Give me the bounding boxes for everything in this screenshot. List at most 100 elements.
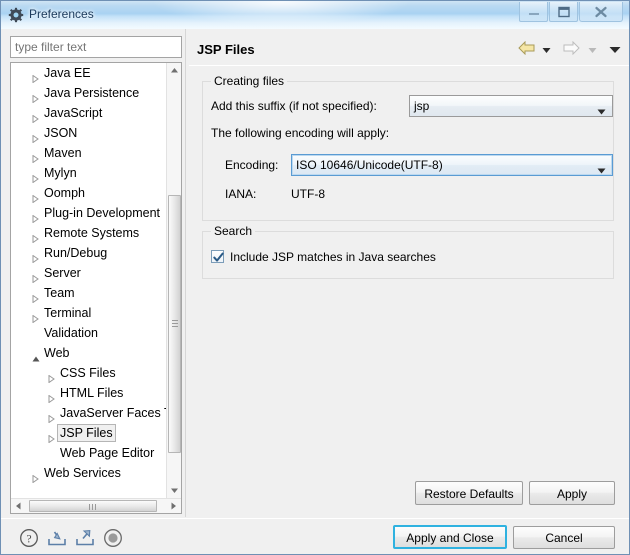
tree-item-label: Team — [44, 286, 75, 300]
chevron-left-icon — [16, 502, 21, 510]
tree-item-validation[interactable]: Validation — [11, 323, 167, 343]
restore-defaults-button[interactable]: Restore Defaults — [415, 481, 523, 505]
scroll-left-button[interactable] — [11, 499, 26, 513]
tree-item-label: Web Page Editor — [60, 446, 155, 460]
tree-item-java-ee[interactable]: Java EE — [11, 63, 167, 84]
encoding-note: The following encoding will apply: — [211, 126, 390, 140]
chevron-up-icon — [171, 68, 178, 73]
suffix-combobox-value: jsp — [414, 99, 430, 113]
filter-field-wrapper — [10, 36, 182, 58]
collapse-arrow-icon[interactable] — [48, 369, 55, 384]
encoding-combobox[interactable]: ISO 10646/Unicode(UTF-8) — [291, 154, 613, 176]
collapse-arrow-icon[interactable] — [32, 69, 39, 84]
tree-item-mylyn[interactable]: Mylyn — [11, 163, 167, 184]
apply-button[interactable]: Apply — [529, 481, 615, 505]
collapse-arrow-icon[interactable] — [32, 109, 39, 124]
minimize-button[interactable] — [519, 2, 548, 22]
search-group-title: Search — [211, 224, 256, 238]
tree-item-plug-in-development[interactable]: Plug-in Development — [11, 203, 167, 224]
export-icon[interactable] — [75, 528, 95, 548]
tree-item-web-services[interactable]: Web Services — [11, 463, 167, 484]
tree-item-label: JSP Files — [57, 424, 116, 442]
tree-item-css-files[interactable]: CSS Files — [11, 363, 167, 384]
tree-horizontal-scrollbar-thumb[interactable] — [29, 500, 157, 512]
search-group: Search Include JSP matches in Java searc… — [202, 224, 614, 279]
maximize-button[interactable] — [549, 2, 578, 22]
cancel-button[interactable]: Cancel — [513, 526, 615, 549]
collapse-arrow-icon[interactable] — [32, 269, 39, 284]
tree-item-label: Remote Systems — [44, 226, 140, 240]
tree-item-web[interactable]: Web — [11, 343, 167, 363]
tree-item-web-page-editor[interactable]: Web Page Editor — [11, 443, 167, 463]
tree-item-team[interactable]: Team — [11, 283, 167, 304]
collapse-arrow-icon[interactable] — [48, 389, 55, 404]
titlebar-glow — [151, 1, 411, 25]
collapse-arrow-icon[interactable] — [48, 409, 55, 424]
collapse-arrow-icon[interactable] — [32, 309, 39, 324]
help-icon[interactable]: ? — [19, 528, 39, 548]
search-input[interactable] — [10, 36, 182, 58]
creating-files-group-title: Creating files — [211, 74, 288, 88]
encoding-label: Encoding: — [225, 158, 279, 172]
dialog-body: Java EE Java Persistence JavaScript JSON Mav… — [1, 29, 629, 554]
svg-text:?: ? — [26, 533, 31, 545]
encoding-combobox-value: ISO 10646/Unicode(UTF-8) — [296, 158, 443, 172]
collapse-arrow-icon[interactable] — [32, 249, 39, 264]
creating-files-group: Creating files Add this suffix (if not s… — [202, 74, 614, 221]
tree-item-jsp-files[interactable]: JSP Files — [11, 423, 167, 444]
tree-item-label: JSON — [44, 126, 78, 140]
collapse-arrow-icon[interactable] — [32, 129, 39, 144]
collapse-arrow-icon[interactable] — [32, 469, 39, 484]
collapse-arrow-icon[interactable] — [48, 429, 55, 444]
collapse-arrow-icon[interactable] — [32, 169, 39, 184]
tree-item-remote-systems[interactable]: Remote Systems — [11, 223, 167, 244]
suffix-combobox[interactable]: jsp — [409, 95, 613, 117]
suffix-label: Add this suffix (if not specified): — [211, 99, 377, 113]
chevron-down-icon — [597, 104, 606, 118]
scrollbar-grip — [172, 320, 178, 328]
tree-item-html-files[interactable]: HTML Files — [11, 383, 167, 404]
tree-item-label: JavaServer Faces To — [60, 406, 167, 420]
expand-arrow-icon[interactable] — [32, 349, 40, 362]
tree-item-javaserver-faces-to[interactable]: JavaServer Faces To — [11, 403, 167, 424]
tree-vertical-scrollbar-thumb[interactable] — [168, 195, 181, 453]
iana-label: IANA: — [225, 187, 257, 201]
tree-item-java-persistence[interactable]: Java Persistence — [11, 83, 167, 104]
tree-item-oomph[interactable]: Oomph — [11, 183, 167, 204]
include-jsp-matches-label: Include JSP matches in Java searches — [230, 250, 436, 264]
tree-vertical-scrollbar[interactable] — [166, 63, 181, 498]
apply-and-close-button[interactable]: Apply and Close — [393, 525, 507, 549]
page-navigation-toolbar — [517, 40, 621, 59]
tree-horizontal-scrollbar[interactable] — [11, 498, 181, 513]
back-arrow-icon[interactable] — [517, 40, 535, 58]
iana-value: UTF-8 — [291, 187, 325, 201]
tree-item-maven[interactable]: Maven — [11, 143, 167, 164]
include-jsp-matches-checkbox[interactable] — [211, 250, 224, 263]
collapse-arrow-icon[interactable] — [32, 229, 39, 244]
close-button[interactable] — [579, 2, 623, 22]
preferences-tree[interactable]: Java EE Java Persistence JavaScript JSON Mav… — [10, 62, 182, 514]
collapse-arrow-icon[interactable] — [32, 289, 39, 304]
tree-item-label: Run/Debug — [44, 246, 108, 260]
record-icon[interactable] — [103, 528, 123, 548]
close-icon — [595, 6, 607, 17]
tree-item-label: Java EE — [44, 66, 91, 80]
forward-dropdown-icon — [588, 43, 597, 57]
collapse-arrow-icon[interactable] — [32, 189, 39, 204]
collapse-arrow-icon[interactable] — [32, 149, 39, 164]
import-icon[interactable] — [47, 528, 67, 548]
collapse-arrow-icon[interactable] — [32, 89, 39, 104]
tree-item-json[interactable]: JSON — [11, 123, 167, 144]
scroll-down-button[interactable] — [167, 483, 181, 498]
tree-item-run-debug[interactable]: Run/Debug — [11, 243, 167, 264]
tree-item-label: Web Services — [44, 466, 121, 480]
collapse-arrow-icon[interactable] — [32, 209, 39, 224]
back-dropdown-icon[interactable] — [542, 43, 551, 57]
view-menu-icon[interactable] — [609, 43, 621, 57]
scroll-up-button[interactable] — [167, 63, 181, 78]
tree-item-javascript[interactable]: JavaScript — [11, 103, 167, 124]
scroll-right-button[interactable] — [166, 499, 181, 513]
tree-item-terminal[interactable]: Terminal — [11, 303, 167, 324]
tree-item-label: HTML Files — [60, 386, 124, 400]
tree-item-server[interactable]: Server — [11, 263, 167, 284]
